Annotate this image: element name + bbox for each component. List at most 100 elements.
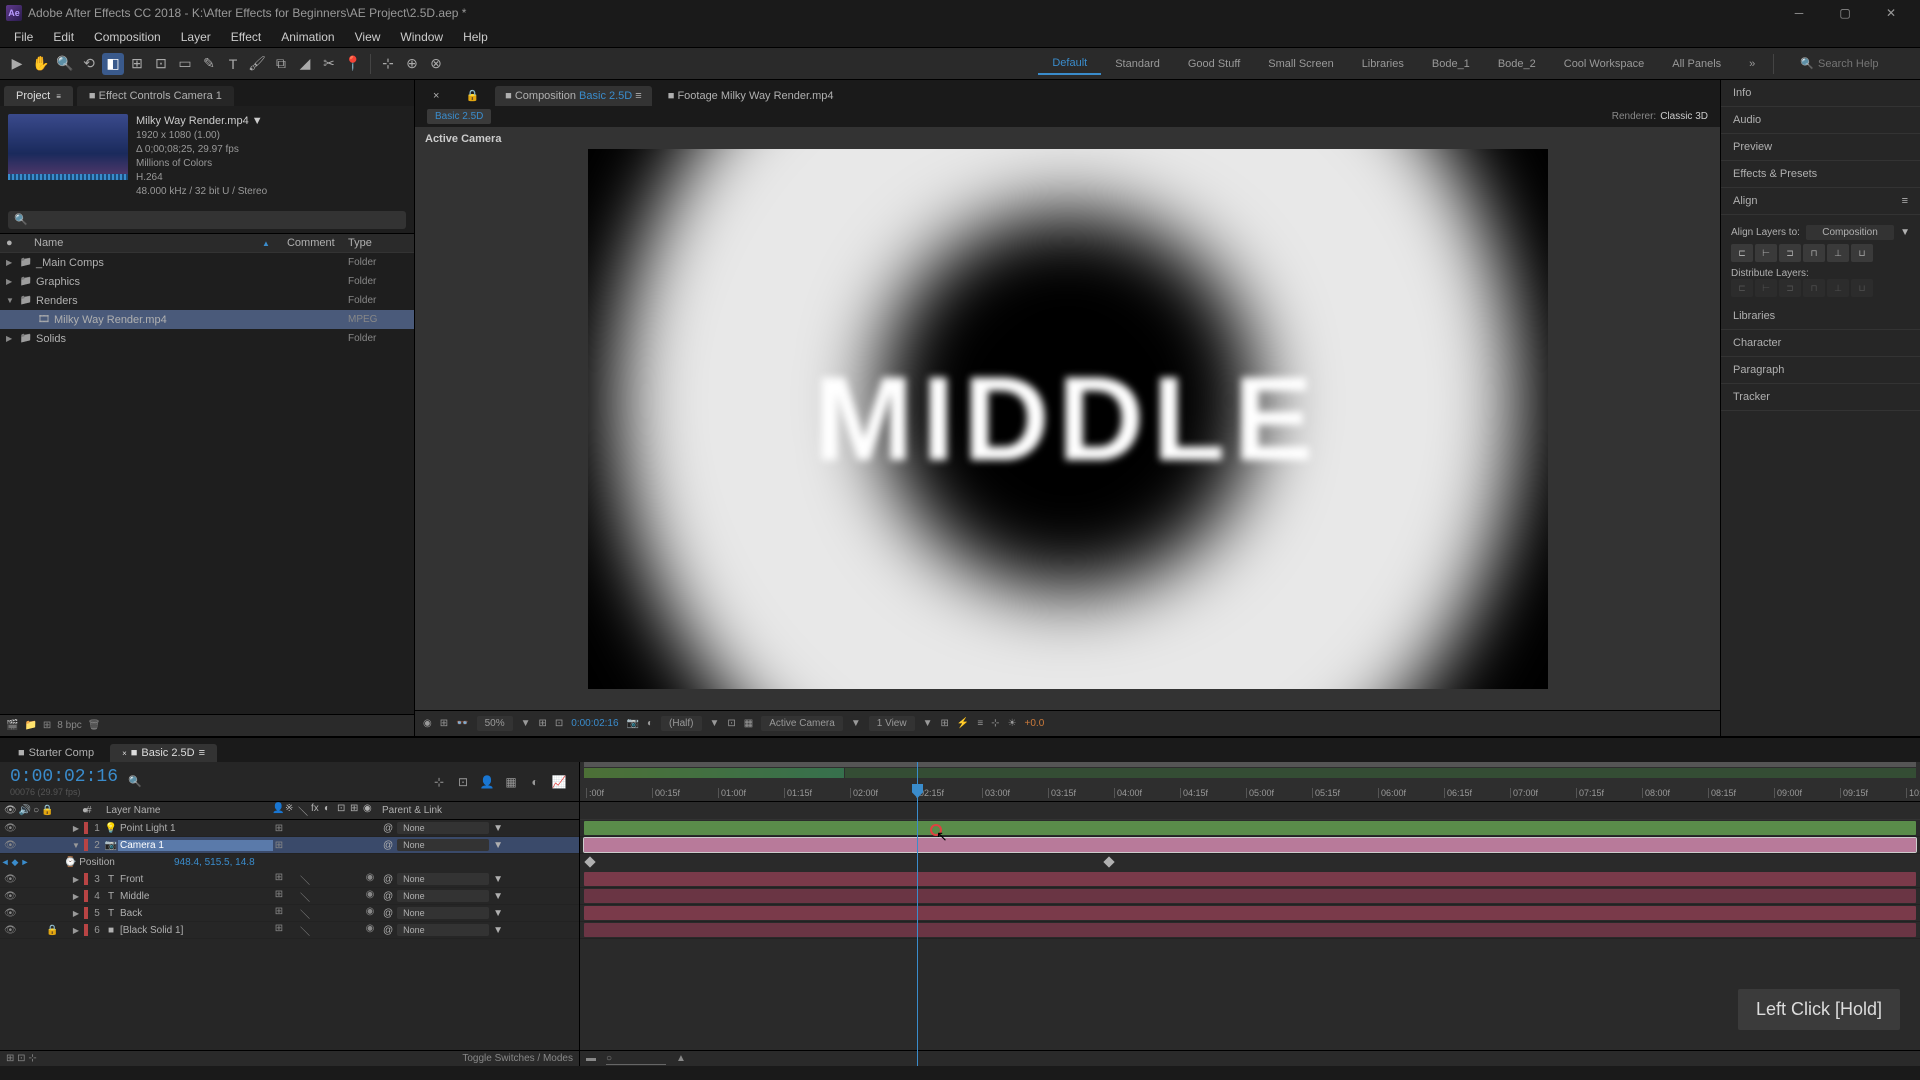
pickwhip-icon[interactable]: @ <box>383 823 393 834</box>
track-bar[interactable] <box>580 905 1920 922</box>
panel-audio[interactable]: Audio <box>1721 107 1920 134</box>
menu-composition[interactable]: Composition <box>84 28 171 46</box>
align-hcenter-icon[interactable]: ⊢ <box>1755 244 1777 262</box>
comp-mini-flowchart-icon[interactable]: ⊹ <box>429 772 449 792</box>
layer-row[interactable]: 👁🔒 ▶ 6■ [Black Solid 1] ⊞＼◉ @None▼ <box>0 922 579 939</box>
help-search[interactable]: 🔍 <box>1794 55 1914 72</box>
layer-row[interactable]: 👁 ▶ 1💡 Point Light 1 ⊞ @None▼ <box>0 820 579 837</box>
renderer-selector[interactable]: Renderer:Classic 3D <box>1612 111 1708 122</box>
layer-row[interactable]: 👁 ▼ 2📷 Camera 1 ⊞ @None▼ <box>0 837 579 854</box>
workspace-overflow-icon[interactable]: » <box>1735 54 1769 74</box>
panel-effects-presets[interactable]: Effects & Presets <box>1721 161 1920 188</box>
graph-editor-icon[interactable]: 📈 <box>549 772 569 792</box>
hand-tool-icon[interactable]: ✋ <box>30 53 52 75</box>
ruler-tick[interactable]: 02:15f <box>916 788 944 798</box>
track-bar[interactable] <box>580 888 1920 905</box>
menu-layer[interactable]: Layer <box>171 28 221 46</box>
workspace-default[interactable]: Default <box>1038 53 1101 75</box>
tab-footage[interactable]: ■ Footage Milky Way Render.mp4 <box>658 86 844 106</box>
ruler-tick[interactable]: 09:00f <box>1774 788 1802 798</box>
maximize-button[interactable]: ▢ <box>1822 0 1868 26</box>
keyframe-track[interactable] <box>580 854 1920 871</box>
comp-breadcrumb[interactable]: Basic 2.5D <box>427 109 491 124</box>
menu-view[interactable]: View <box>345 28 391 46</box>
reset-exposure-icon[interactable]: ☀ <box>1008 718 1017 729</box>
project-item[interactable]: Milky Way Render.mp4MPEG <box>0 310 414 329</box>
zoom-in-icon[interactable]: ▲ <box>676 1053 686 1064</box>
snapshot-icon[interactable]: 📷 <box>627 718 639 729</box>
interpret-icon[interactable]: 🎬 <box>6 720 18 731</box>
tab-project[interactable]: Project≡ <box>4 86 73 106</box>
workspace-standard[interactable]: Standard <box>1101 54 1174 74</box>
puppet-tool-icon[interactable]: 📍 <box>342 53 364 75</box>
brain-icon[interactable]: ⊹ <box>28 1053 36 1064</box>
ruler-tick[interactable]: 08:15f <box>1708 788 1736 798</box>
zoom-select[interactable]: 50% <box>477 716 513 731</box>
pan-behind-tool-icon[interactable]: ⊡ <box>150 53 172 75</box>
motion-blur-icon[interactable]: ◐ <box>525 772 545 792</box>
ruler-tick[interactable]: 10:0 <box>1906 788 1920 798</box>
pixel-aspect-icon[interactable]: ⊞ <box>940 718 948 729</box>
timeline-tab-basic[interactable]: × ■ Basic 2.5D ≡ <box>110 744 217 762</box>
track-bar[interactable] <box>580 837 1920 854</box>
views-select[interactable]: 1 View <box>869 716 915 731</box>
toggle-switches[interactable]: Toggle Switches / Modes <box>462 1053 573 1064</box>
panel-info[interactable]: Info <box>1721 80 1920 107</box>
menu-edit[interactable]: Edit <box>43 28 84 46</box>
layer-row[interactable]: 👁 ▶ 3T Front ⊞＼◉ @None▼ <box>0 871 579 888</box>
tab-composition[interactable]: ■ Composition Basic 2.5D ≡ <box>495 86 652 106</box>
align-target-select[interactable]: Composition <box>1806 225 1894 240</box>
rotation-tool-icon[interactable]: ◧ <box>102 53 124 75</box>
zoom-slider[interactable]: ○ <box>606 1053 666 1065</box>
project-item[interactable]: ▼ RendersFolder <box>0 291 414 310</box>
text-tool-icon[interactable]: T <box>222 53 244 75</box>
ruler-tick[interactable]: :00f <box>586 788 604 798</box>
always-preview-icon[interactable]: ◉ <box>423 718 432 729</box>
mask-icon[interactable]: 👓 <box>456 718 468 729</box>
tab-effect-controls[interactable]: ■ Effect Controls Camera 1 <box>77 86 234 106</box>
panel-tracker[interactable]: Tracker <box>1721 384 1920 411</box>
ruler-tick[interactable]: 07:00f <box>1510 788 1538 798</box>
time-ruler[interactable]: :00f00:15f01:00f01:15f02:00f02:15f03:00f… <box>580 762 1920 802</box>
pickwhip-icon[interactable]: @ <box>383 891 393 902</box>
workspace-small-screen[interactable]: Small Screen <box>1254 54 1347 74</box>
pickwhip-icon[interactable]: @ <box>383 840 393 851</box>
camera-select[interactable]: Active Camera <box>761 716 843 731</box>
menu-window[interactable]: Window <box>390 28 453 46</box>
track-bar[interactable] <box>580 820 1920 837</box>
delete-icon[interactable]: 🗑 <box>88 720 101 731</box>
asset-thumbnail[interactable] <box>8 114 128 180</box>
menu-effect[interactable]: Effect <box>221 28 271 46</box>
project-item[interactable]: ▶ GraphicsFolder <box>0 272 414 291</box>
ruler-tick[interactable]: 00:15f <box>652 788 680 798</box>
ruler-tick[interactable]: 04:15f <box>1180 788 1208 798</box>
transparency-icon[interactable]: ⊞ <box>440 718 448 729</box>
ruler-tick[interactable]: 08:00f <box>1642 788 1670 798</box>
current-timecode[interactable]: 0:00:02:16 <box>10 767 118 787</box>
panel-paragraph[interactable]: Paragraph <box>1721 357 1920 384</box>
axis-view-icon[interactable]: ⊗ <box>425 53 447 75</box>
help-search-input[interactable] <box>1818 58 1908 70</box>
layer-name-col[interactable]: Layer Name <box>102 805 272 816</box>
pickwhip-icon[interactable]: @ <box>383 925 393 936</box>
clone-tool-icon[interactable]: ⧉ <box>270 53 292 75</box>
pickwhip-icon[interactable]: @ <box>383 874 393 885</box>
close-button[interactable]: ✕ <box>1868 0 1914 26</box>
timeline-tab-starter[interactable]: ■ Starter Comp <box>6 744 106 762</box>
frame-blend-icon[interactable]: ▦ <box>501 772 521 792</box>
shy-col-icon[interactable]: 👤 <box>272 803 284 818</box>
ruler-tick[interactable]: 04:00f <box>1114 788 1142 798</box>
panel-preview[interactable]: Preview <box>1721 134 1920 161</box>
render-icon[interactable]: ⊡ <box>17 1053 25 1064</box>
resolution-select[interactable]: (Half) <box>661 716 701 731</box>
roto-tool-icon[interactable]: ✂ <box>318 53 340 75</box>
bpc-toggle[interactable]: 8 bpc <box>57 720 81 731</box>
type-col[interactable]: Type <box>348 237 408 249</box>
panel-libraries[interactable]: Libraries <box>1721 303 1920 330</box>
layer-row[interactable]: 👁 ▶ 4T Middle ⊞＼◉ @None▼ <box>0 888 579 905</box>
ruler-tick[interactable]: 09:15f <box>1840 788 1868 798</box>
exposure-value[interactable]: +0.0 <box>1025 718 1045 729</box>
ruler-tick[interactable]: 03:15f <box>1048 788 1076 798</box>
grid-toggle-icon[interactable]: ▦ <box>744 718 753 729</box>
timecode-display[interactable]: 0:00:02:16 <box>571 718 618 729</box>
